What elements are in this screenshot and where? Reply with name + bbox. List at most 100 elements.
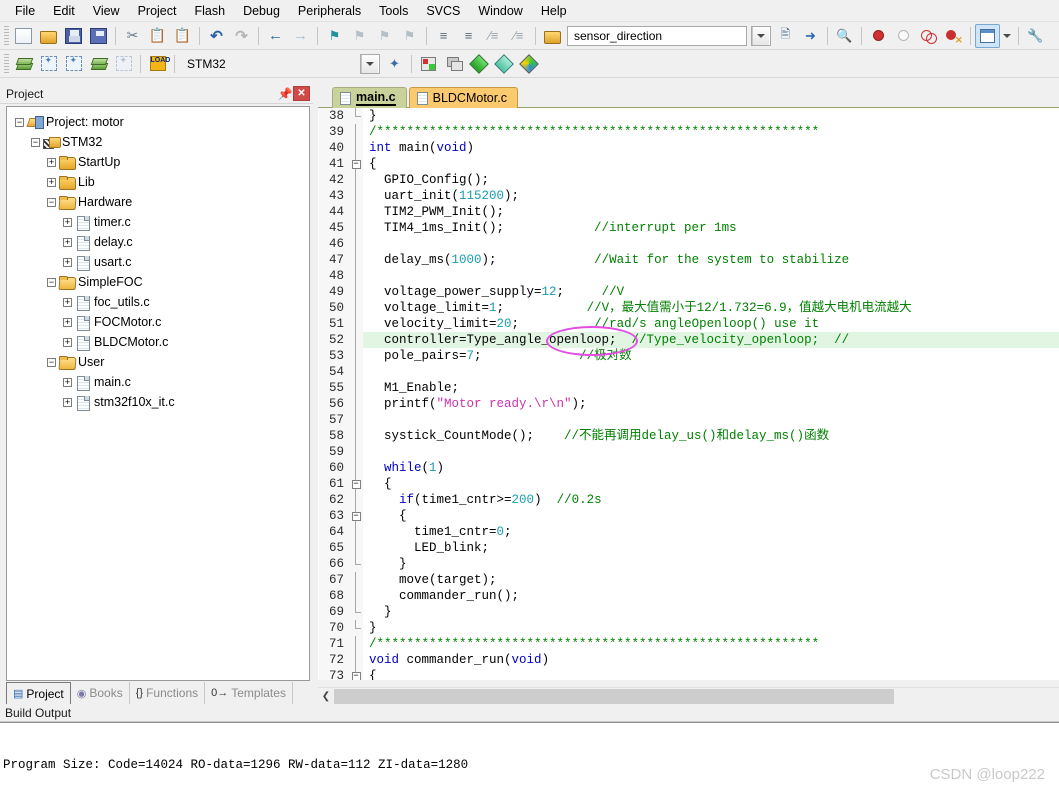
menu-item-debug[interactable]: Debug — [234, 1, 289, 21]
fold-margin[interactable] — [349, 604, 363, 620]
editor-horizontal-scrollbar[interactable]: ❮ — [318, 687, 1059, 704]
select-software-packs-button[interactable] — [491, 52, 516, 76]
navigate-forward-button[interactable]: → — [288, 24, 313, 48]
save-button[interactable] — [61, 24, 86, 48]
code-line[interactable]: 58 systick_CountMode(); //不能再调用delay_us(… — [319, 428, 1059, 444]
fold-margin[interactable] — [349, 300, 363, 316]
expand-icon[interactable]: + — [63, 297, 72, 307]
code-line[interactable]: 71 /*************************************… — [319, 636, 1059, 652]
toolbar-grip[interactable] — [4, 53, 9, 74]
tree-item-project-motor[interactable]: − Project: motor — [7, 112, 309, 132]
code-line[interactable]: 45 TIM4_1ms_Init(); //interrupt per 1ms — [319, 220, 1059, 236]
fold-margin[interactable] — [349, 380, 363, 396]
fold-margin[interactable] — [349, 172, 363, 188]
code-line[interactable]: 44 TIM2_PWM_Init(); — [319, 204, 1059, 220]
find-in-files-button[interactable]: 🔍 — [832, 24, 857, 48]
menu-item-flash[interactable]: Flash — [185, 1, 234, 21]
code-line[interactable]: 39 /*************************************… — [319, 124, 1059, 140]
code-line[interactable]: 49 voltage_power_supply=12; //V — [319, 284, 1059, 300]
collapse-icon[interactable]: − — [47, 357, 56, 367]
tree-item-main-c[interactable]: + main.c — [7, 372, 309, 392]
collapse-icon[interactable]: − — [47, 277, 56, 287]
fold-margin[interactable] — [349, 284, 363, 300]
uncomment-lines-button[interactable]: ⁄≡ — [506, 24, 531, 48]
target-selector-value-box[interactable]: STM32 — [181, 54, 356, 74]
code-line[interactable]: 69 } — [319, 604, 1059, 620]
expand-icon[interactable]: + — [63, 317, 72, 327]
toolbar-grip[interactable] — [4, 25, 9, 46]
fold-margin[interactable] — [349, 460, 363, 476]
insert-breakpoint-button[interactable] — [866, 24, 891, 48]
tree-item-usart-c[interactable]: + usart.c — [7, 252, 309, 272]
fold-margin[interactable] — [349, 540, 363, 556]
code-line[interactable]: 60 while(1) — [319, 460, 1059, 476]
kill-all-breakpoints-button[interactable] — [941, 24, 966, 48]
tree-item-stm32f10x-it-c[interactable]: + stm32f10x_it.c — [7, 392, 309, 412]
disable-breakpoint-button[interactable] — [891, 24, 916, 48]
code-line[interactable]: 57 — [319, 412, 1059, 428]
tree-item-timer-c[interactable]: + timer.c — [7, 212, 309, 232]
code-line[interactable]: 54 — [319, 364, 1059, 380]
code-line[interactable]: 48 — [319, 268, 1059, 284]
expand-icon[interactable]: + — [47, 177, 56, 187]
code-line[interactable]: 65 LED_blink; — [319, 540, 1059, 556]
code-line[interactable]: 63− { — [319, 508, 1059, 524]
menu-item-view[interactable]: View — [84, 1, 129, 21]
build-output-text[interactable]: Program Size: Code=14024 RO-data=1296 RW… — [0, 722, 1059, 796]
search-symbol-dropdown[interactable] — [751, 25, 771, 46]
fold-margin[interactable] — [349, 188, 363, 204]
code-line[interactable]: 61− { — [319, 476, 1059, 492]
fold-margin[interactable] — [349, 348, 363, 364]
manage-rte-button[interactable] — [516, 52, 541, 76]
code-line[interactable]: 46 — [319, 236, 1059, 252]
search-symbol-box[interactable]: sensor_direction — [567, 25, 747, 46]
expand-icon[interactable]: + — [63, 237, 72, 247]
fold-margin[interactable]: − — [349, 156, 363, 172]
fold-margin[interactable] — [349, 220, 363, 236]
code-line[interactable]: 38} — [319, 108, 1059, 124]
fold-margin[interactable]: − — [349, 668, 363, 680]
tree-item-focmotor-c[interactable]: + FOCMotor.c — [7, 312, 309, 332]
tab-project[interactable]: ▤ Project — [6, 682, 71, 704]
tree-item-startup[interactable]: + StartUp — [7, 152, 309, 172]
tree-item-bldcmotor-c[interactable]: + BLDCMotor.c — [7, 332, 309, 352]
fold-margin[interactable] — [349, 268, 363, 284]
code-line[interactable]: 64 time1_cntr=0; — [319, 524, 1059, 540]
editor-tab-main-c[interactable]: main.c — [332, 87, 407, 108]
manage-multi-project-button[interactable] — [441, 52, 466, 76]
cut-button[interactable]: ✂ — [120, 24, 145, 48]
menu-item-svcs[interactable]: SVCS — [417, 1, 469, 21]
code-line[interactable]: 42 GPIO_Config(); — [319, 172, 1059, 188]
code-line[interactable]: 68 commander_run(); — [319, 588, 1059, 604]
navigate-back-button[interactable]: ← — [263, 24, 288, 48]
rebuild-all-button[interactable] — [61, 52, 86, 76]
paste-button[interactable]: 📋 — [170, 24, 195, 48]
stop-build-button[interactable] — [111, 52, 136, 76]
previous-bookmark-button[interactable]: ⚑ — [347, 24, 372, 48]
save-all-button[interactable] — [86, 24, 111, 48]
indent-left-button[interactable]: ≡ — [456, 24, 481, 48]
code-line[interactable]: 59 — [319, 444, 1059, 460]
indent-right-button[interactable]: ≡ — [431, 24, 456, 48]
menu-item-project[interactable]: Project — [129, 1, 186, 21]
fold-margin[interactable]: − — [349, 476, 363, 492]
code-line[interactable]: 55 M1_Enable; — [319, 380, 1059, 396]
scroll-left-icon[interactable]: ❮ — [318, 688, 334, 704]
editor-tab-bldcmotor-c[interactable]: BLDCMotor.c — [408, 87, 518, 108]
tab-templates[interactable]: 0→ Templates — [205, 682, 293, 704]
fold-margin[interactable] — [349, 236, 363, 252]
fold-margin[interactable] — [349, 204, 363, 220]
disable-all-breakpoints-button[interactable] — [916, 24, 941, 48]
tree-item-delay-c[interactable]: + delay.c — [7, 232, 309, 252]
fold-margin[interactable] — [349, 620, 363, 636]
code-line[interactable]: 70} — [319, 620, 1059, 636]
code-line[interactable]: 47 delay_ms(1000); //Wait for the system… — [319, 252, 1059, 268]
fold-margin[interactable] — [349, 364, 363, 380]
fold-margin[interactable]: − — [349, 508, 363, 524]
fold-margin[interactable] — [349, 124, 363, 140]
manage-project-items-button[interactable] — [416, 52, 441, 76]
collapse-icon[interactable]: − — [15, 117, 24, 127]
browse-symbol-button[interactable]: 🖹 — [773, 24, 798, 48]
tree-item-user[interactable]: − User — [7, 352, 309, 372]
expand-icon[interactable]: + — [63, 217, 72, 227]
